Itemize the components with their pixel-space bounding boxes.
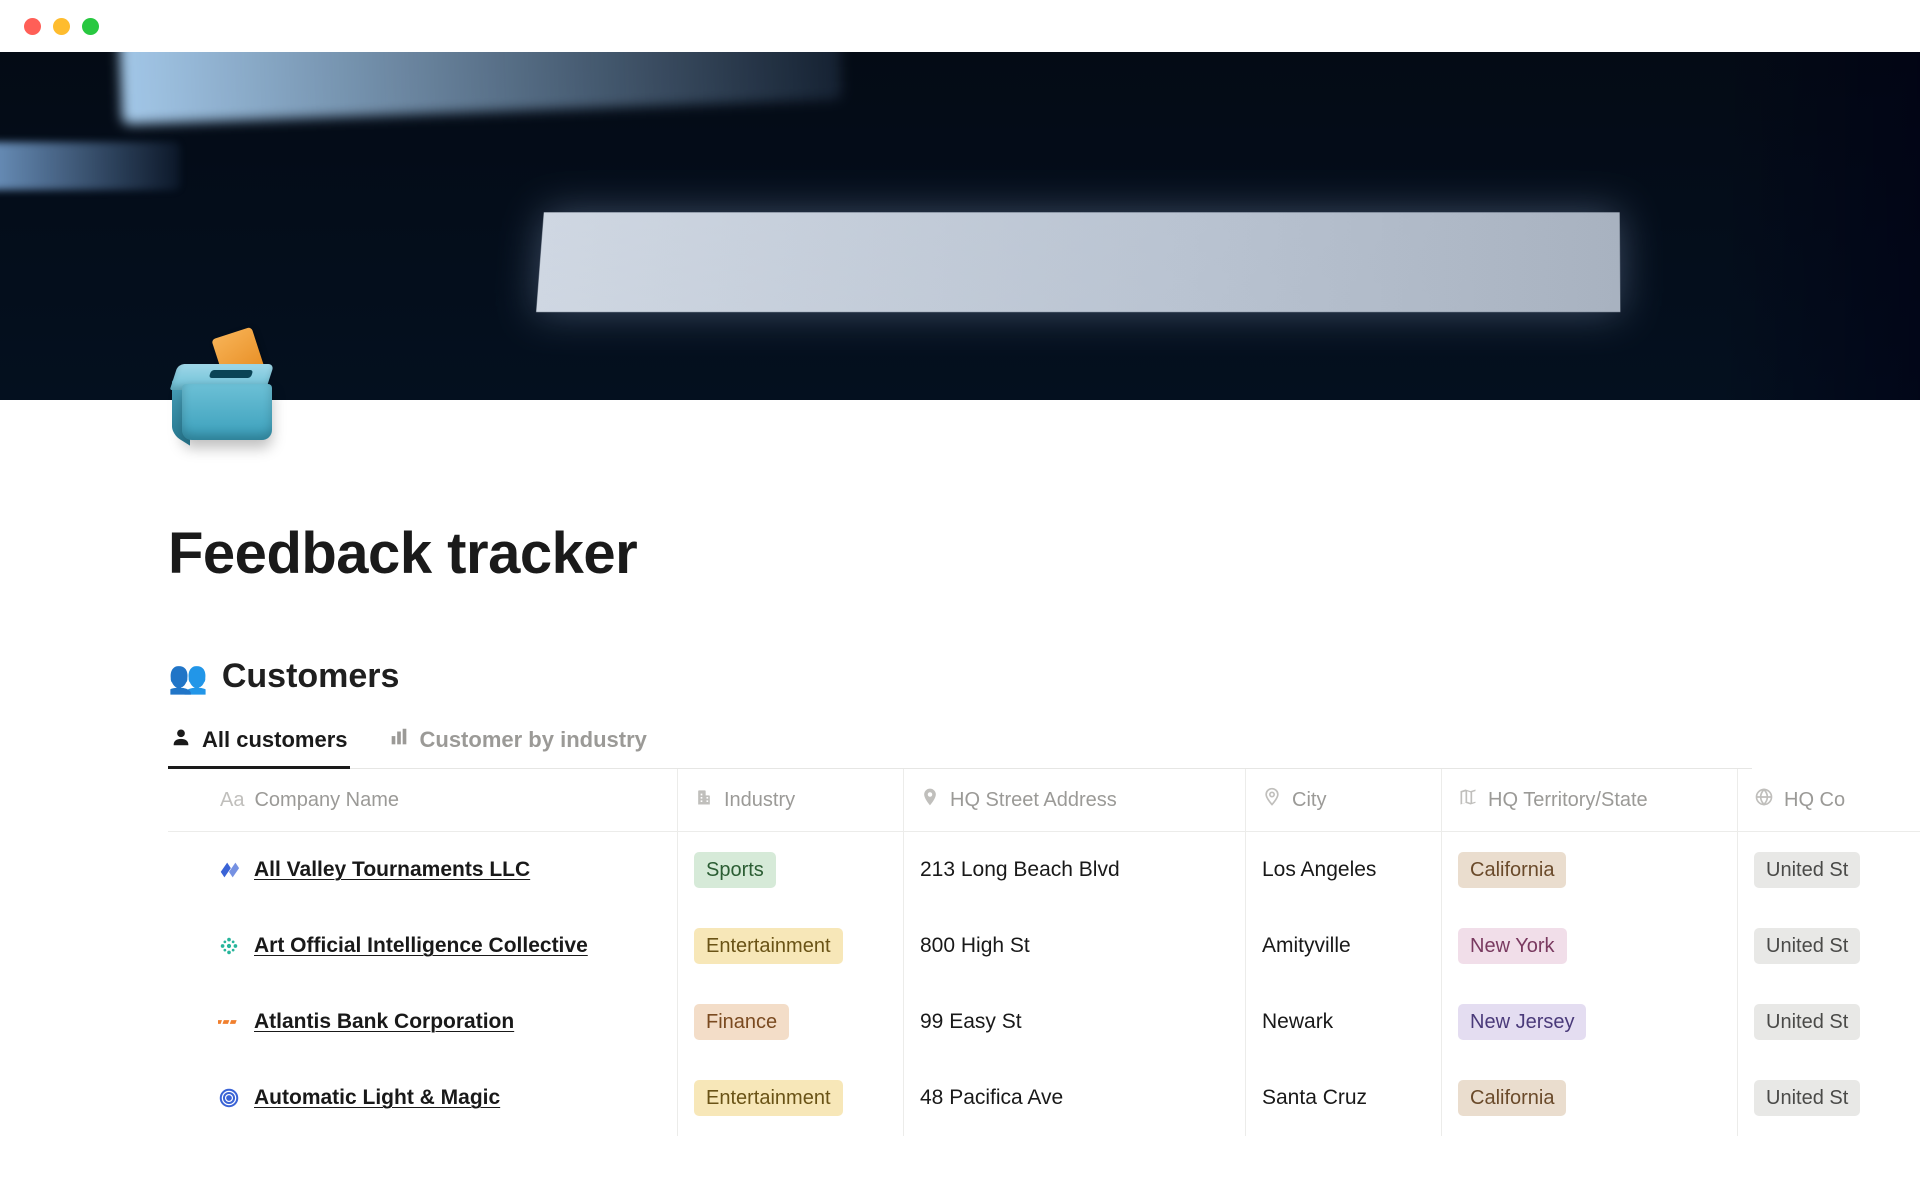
view-tab-customer-by-industry[interactable]: Customer by industry xyxy=(386,726,649,768)
column-header-label: Industry xyxy=(724,789,795,812)
building-icon xyxy=(694,787,714,813)
address-cell: 800 High St xyxy=(904,908,1246,984)
city-cell: Los Angeles xyxy=(1246,832,1442,908)
country-tag[interactable]: United St xyxy=(1754,852,1860,888)
view-tab-label: All customers xyxy=(202,727,348,753)
column-header-industry[interactable]: Industry xyxy=(678,769,904,832)
ballot-box-icon xyxy=(168,330,278,440)
view-tab-all-customers[interactable]: All customers xyxy=(168,726,350,768)
column-header-hq-co[interactable]: HQ Co xyxy=(1738,769,1920,832)
industry-tag[interactable]: Entertainment xyxy=(694,1080,843,1116)
section-title: Customers xyxy=(222,657,400,696)
pin-outline-icon xyxy=(1262,787,1282,813)
company-logo-icon xyxy=(218,859,240,881)
column-header-hq-territory-state[interactable]: HQ Territory/State xyxy=(1442,769,1738,832)
column-header-hq-street-address[interactable]: HQ Street Address xyxy=(904,769,1246,832)
address-cell: 213 Long Beach Blvd xyxy=(904,832,1246,908)
page-icon[interactable] xyxy=(168,330,288,450)
state-tag[interactable]: New Jersey xyxy=(1458,1004,1586,1040)
state-tag[interactable]: California xyxy=(1458,1080,1566,1116)
state-tag[interactable]: California xyxy=(1458,852,1566,888)
column-header-label: HQ Territory/State xyxy=(1488,789,1648,812)
page-title[interactable]: Feedback tracker xyxy=(168,520,1752,587)
window-minimize-button[interactable] xyxy=(53,18,70,35)
company-logo-icon xyxy=(218,1087,240,1109)
view-tab-label: Customer by industry xyxy=(420,727,647,753)
table-row[interactable]: Atlantis Bank Corporation Finance 99 Easy … xyxy=(168,984,1920,1060)
industry-tag[interactable]: Sports xyxy=(694,852,776,888)
text-type-icon: Aa xyxy=(220,789,244,812)
city-cell: Amityville xyxy=(1246,908,1442,984)
table-row[interactable]: Automatic Light & Magic Entertainment 48 P… xyxy=(168,1060,1920,1136)
column-header-label: HQ Street Address xyxy=(950,789,1117,812)
window-titlebar xyxy=(0,0,1920,52)
pin-icon xyxy=(920,787,940,813)
map-icon xyxy=(1458,787,1478,813)
column-header-label: Company Name xyxy=(254,789,399,812)
view-tabs: All customers Customer by industry xyxy=(168,726,1752,769)
column-header-label: City xyxy=(1292,789,1326,812)
company-name-link[interactable]: Atlantis Bank Corporation xyxy=(254,1010,514,1034)
company-name-link[interactable]: Automatic Light & Magic xyxy=(254,1086,500,1110)
table-row[interactable]: Art Official Intelligence Collective Ente… xyxy=(168,908,1920,984)
person-icon xyxy=(170,726,192,754)
globe-icon xyxy=(1754,787,1774,813)
company-logo-icon xyxy=(218,935,240,957)
people-icon: 👥 xyxy=(168,658,208,696)
city-cell: Santa Cruz xyxy=(1246,1060,1442,1136)
column-header-company-name[interactable]: Aa Company Name xyxy=(168,769,678,832)
column-header-city[interactable]: City xyxy=(1246,769,1442,832)
industry-tag[interactable]: Entertainment xyxy=(694,928,843,964)
company-logo-icon xyxy=(218,1011,240,1033)
window-close-button[interactable] xyxy=(24,18,41,35)
company-name-link[interactable]: All Valley Tournaments LLC xyxy=(254,858,530,882)
column-header-label: HQ Co xyxy=(1784,789,1845,812)
customers-table: Aa Company Name Industry HQ Street Address C… xyxy=(168,769,1920,1136)
city-cell: Newark xyxy=(1246,984,1442,1060)
address-cell: 99 Easy St xyxy=(904,984,1246,1060)
address-cell: 48 Pacifica Ave xyxy=(904,1060,1246,1136)
state-tag[interactable]: New York xyxy=(1458,928,1567,964)
table-row[interactable]: All Valley Tournaments LLC Sports 213 Long… xyxy=(168,832,1920,908)
country-tag[interactable]: United St xyxy=(1754,1080,1860,1116)
industry-tag[interactable]: Finance xyxy=(694,1004,789,1040)
country-tag[interactable]: United St xyxy=(1754,1004,1860,1040)
page-cover-image[interactable] xyxy=(0,52,1920,400)
company-name-link[interactable]: Art Official Intelligence Collective xyxy=(254,934,588,958)
country-tag[interactable]: United St xyxy=(1754,928,1860,964)
window-maximize-button[interactable] xyxy=(82,18,99,35)
section-header[interactable]: 👥 Customers xyxy=(168,657,1752,696)
bar-chart-icon xyxy=(388,726,410,754)
